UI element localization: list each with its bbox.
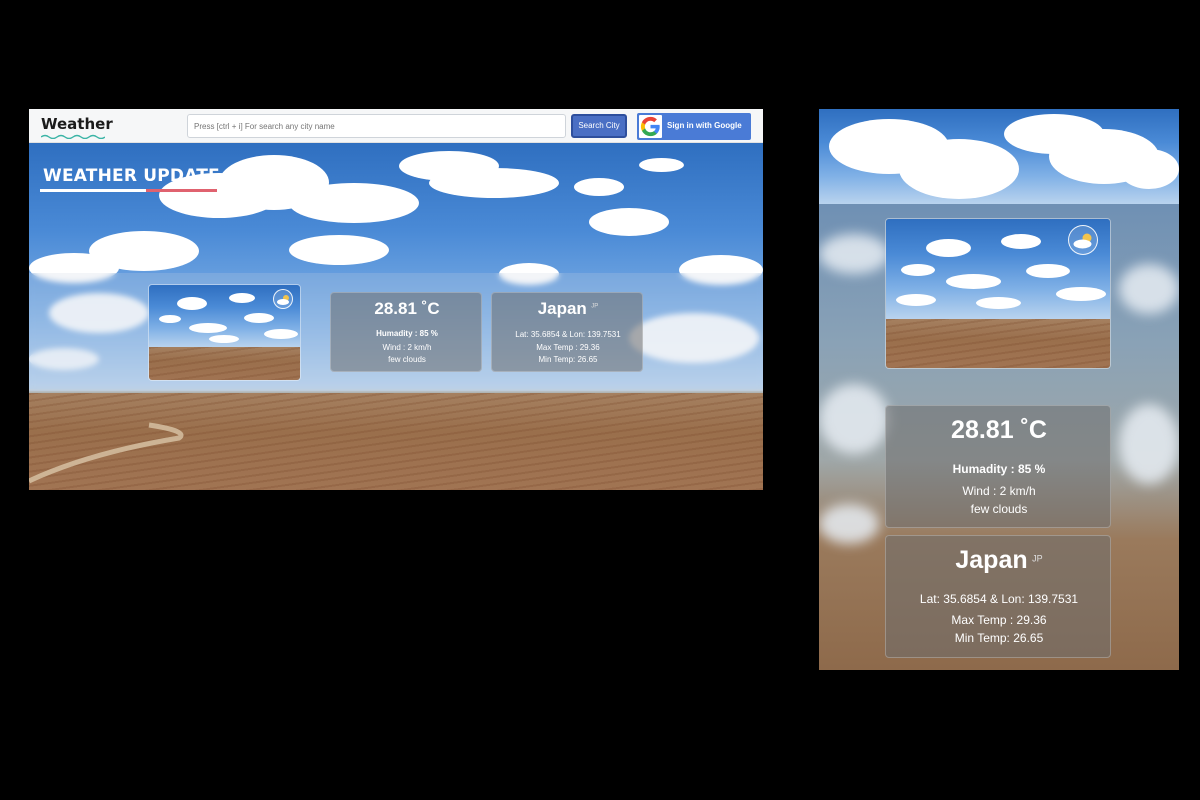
max-temp-text: Max Temp : 29.36 [536, 343, 600, 352]
mobile-humidity-text: Humadity : 85 % [952, 462, 1046, 476]
country-name: Japan [537, 299, 587, 318]
screenshot-stage: Weather Search City Sign in with Google [0, 0, 1200, 800]
mobile-weather-description: few clouds [970, 502, 1028, 516]
search-input[interactable] [187, 114, 566, 138]
mobile-location-card: Japan JP Lat: 35.6854 & Lon: 139.7531 Ma… [885, 535, 1111, 658]
mobile-temperature-card: 28.81 ˚C Humadity : 85 % Wind : 2 km/h f… [885, 405, 1111, 528]
weather-image-card [148, 284, 301, 381]
country-code: JP [591, 303, 599, 310]
mobile-wind-text: Wind : 2 km/h [962, 484, 1036, 498]
mobile-view: 28.81 ˚C Humadity : 85 % Wind : 2 km/h f… [819, 109, 1179, 670]
weather-description: few clouds [388, 355, 426, 364]
desktop-view: Weather Search City Sign in with Google [29, 109, 763, 490]
temperature-card: 28.81 ˚C Humadity : 85 % Wind : 2 km/h f… [330, 292, 482, 372]
mobile-country-name: Japan [955, 546, 1028, 574]
title-underline [40, 189, 217, 192]
mobile-few-clouds-icon [1068, 225, 1098, 255]
google-sign-in-button[interactable]: Sign in with Google [637, 113, 751, 140]
few-clouds-icon [273, 289, 293, 309]
google-icon [639, 115, 662, 138]
mobile-weather-image-card [885, 218, 1111, 369]
mobile-temperature-unit: ˚C [1020, 416, 1047, 444]
brand-wave-icon [41, 134, 105, 139]
mobile-min-temp-text: Min Temp: 26.65 [954, 631, 1044, 645]
field-background [29, 393, 763, 490]
mobile-max-temp-text: Max Temp : 29.36 [951, 613, 1047, 627]
coordinates-text: Lat: 35.6854 & Lon: 139.7531 [515, 330, 621, 339]
mobile-country-code: JP [1032, 553, 1043, 564]
navbar: Weather Search City Sign in with Google [29, 109, 763, 143]
temperature-value: 28.81 [374, 299, 417, 318]
brand-logo[interactable]: Weather [41, 115, 113, 133]
humidity-text: Humadity : 85 % [376, 329, 438, 338]
search-city-button[interactable]: Search City [571, 114, 627, 138]
location-card: Japan JP Lat: 35.6854 & Lon: 139.7531 Ma… [491, 292, 643, 372]
wind-text: Wind : 2 km/h [382, 343, 432, 352]
mobile-sky-top [819, 109, 1179, 204]
mobile-temperature-value: 28.81 [951, 416, 1014, 444]
page-title: WEATHER UPDATE [43, 166, 220, 186]
min-temp-text: Min Temp: 26.65 [538, 355, 598, 364]
mobile-coordinates-text: Lat: 35.6854 & Lon: 139.7531 [919, 592, 1079, 606]
google-button-label: Sign in with Google [667, 121, 742, 130]
temperature-unit: ˚C [421, 299, 440, 318]
